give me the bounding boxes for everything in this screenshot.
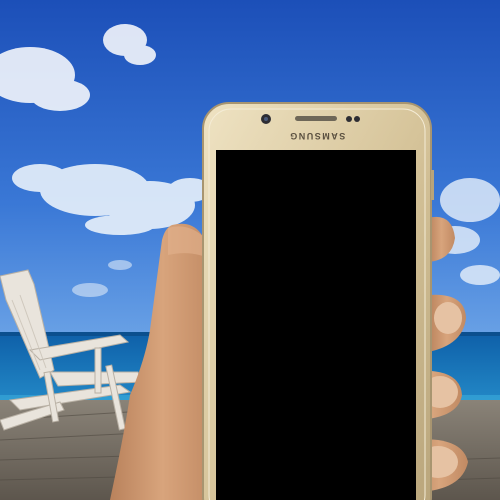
phone-brand-label: SAMSUNG bbox=[288, 131, 346, 141]
scene-illustration bbox=[0, 0, 500, 500]
earpiece bbox=[295, 116, 337, 121]
smartphone-icon bbox=[202, 102, 434, 500]
photo-scene: SAMSUNG bbox=[0, 0, 500, 500]
phone-screen bbox=[216, 150, 416, 500]
